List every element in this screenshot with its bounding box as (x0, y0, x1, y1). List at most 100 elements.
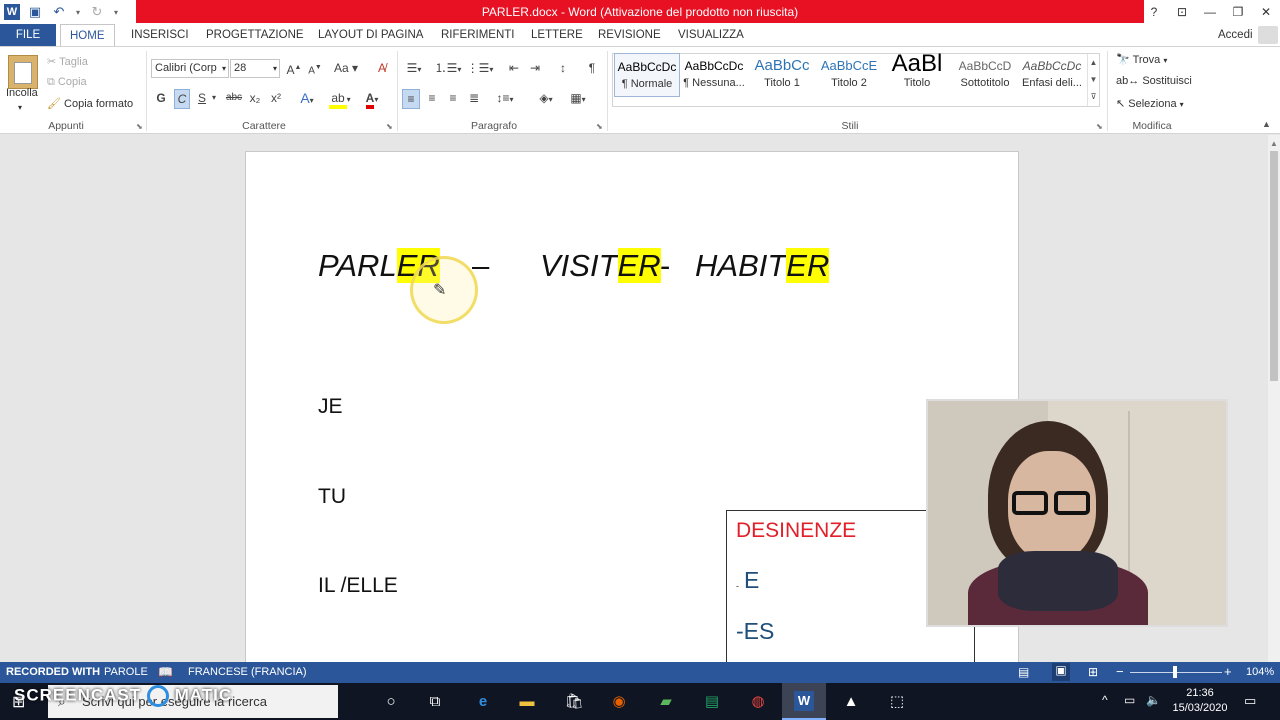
undo-icon[interactable]: ↶ (50, 3, 68, 21)
style-title[interactable]: AaBl Titolo (884, 53, 950, 97)
bold-button[interactable]: G (154, 89, 168, 107)
zoom-in-icon[interactable]: + (1224, 664, 1232, 679)
tab-file[interactable]: FILE (0, 24, 56, 46)
style-heading-2[interactable]: AaBbCcE Titolo 2 (816, 53, 882, 97)
tab-view[interactable]: VISUALIZZA (669, 24, 753, 46)
numbering-icon[interactable]: ⒈☰▾ (434, 59, 462, 79)
volume-icon[interactable]: 🔈 (1146, 693, 1161, 707)
select-button[interactable]: ↖ Seleziona ▾ (1116, 97, 1184, 110)
borders-icon[interactable]: ▦▾ (564, 89, 592, 109)
style-heading-1[interactable]: AaBbCc Titolo 1 (749, 53, 815, 97)
underline-dropdown-icon[interactable]: ▾ (210, 89, 218, 107)
collapse-ribbon-icon[interactable]: ▲ (1262, 119, 1271, 129)
font-size-select[interactable]: 28 ▾ (230, 59, 280, 78)
proofing-icon[interactable]: 📖 (158, 665, 173, 679)
web-layout-icon[interactable]: ⊞ (1088, 665, 1098, 679)
styles-scroll-icon[interactable]: ▲ ▼ ⊽ (1087, 54, 1099, 106)
clipboard-launcher-icon[interactable]: ⬊ (136, 122, 143, 131)
undo-dropdown-icon[interactable]: ▾ (74, 3, 82, 21)
find-button[interactable]: 🔭 Trova ▾ (1116, 53, 1167, 66)
sign-in-link[interactable]: Accedi (1209, 24, 1262, 46)
style-normal[interactable]: AaBbCcDc ¶ Normale (614, 53, 680, 97)
justify-icon[interactable]: ≣ (465, 89, 483, 107)
language-indicator[interactable]: FRANCESE (FRANCIA) (188, 666, 307, 678)
align-left-icon[interactable]: ≡ (402, 89, 420, 109)
cortana-icon[interactable]: ○ (380, 690, 402, 712)
close-button[interactable]: ✕ (1252, 0, 1280, 23)
copy-button[interactable]: ⧉ Copia (47, 76, 87, 89)
font-color-button[interactable]: A▾ (360, 89, 384, 109)
snip-tool-icon[interactable]: ⬚ (886, 690, 908, 712)
photos-app-icon[interactable]: ▰ (655, 690, 677, 712)
paragraph-launcher-icon[interactable]: ⬊ (596, 122, 603, 131)
battery-icon[interactable]: ▭ (1124, 693, 1135, 707)
align-right-icon[interactable]: ≡ (444, 89, 462, 107)
chrome-icon[interactable]: ◍ (747, 690, 769, 712)
tray-expand-icon[interactable]: ^ (1102, 693, 1108, 707)
font-name-select[interactable]: Calibri (Corp ▾ (151, 59, 229, 78)
tab-insert[interactable]: INSERISCI (122, 24, 198, 46)
customize-qat-icon[interactable]: ▾ (112, 3, 120, 21)
sort-icon[interactable]: ↕ (554, 59, 572, 77)
strikethrough-button[interactable]: abc (224, 89, 244, 107)
firefox-icon[interactable]: ◉ (608, 690, 630, 712)
change-case-icon[interactable]: Aa ▾ (333, 59, 359, 77)
save-icon[interactable]: ▣ (26, 3, 44, 21)
text-effects-icon[interactable]: A▾ (296, 89, 318, 110)
underline-button[interactable]: S (195, 89, 209, 107)
paste-icon[interactable] (8, 55, 38, 89)
scroll-thumb[interactable] (1270, 151, 1278, 381)
replace-button[interactable]: ab↔ Sostituisci (1116, 75, 1192, 87)
paste-button[interactable]: Incolla (6, 87, 38, 99)
minimize-button[interactable]: — (1196, 0, 1224, 23)
vertical-scrollbar[interactable]: ▲ (1268, 135, 1280, 662)
spreadsheet-app-icon[interactable]: ▤ (701, 690, 723, 712)
word-taskbar-button[interactable]: W (782, 683, 826, 720)
bullets-icon[interactable]: ☰▾ (402, 59, 426, 79)
tab-home[interactable]: HOME (60, 24, 115, 46)
style-no-spacing[interactable]: AaBbCcDc ¶ Nessuna... (681, 53, 747, 97)
align-center-icon[interactable]: ≡ (423, 89, 441, 107)
restore-button[interactable]: ❐ (1224, 0, 1252, 23)
tab-review[interactable]: REVISIONE (589, 24, 670, 46)
read-mode-icon[interactable]: ▤ (1018, 665, 1029, 679)
font-launcher-icon[interactable]: ⬊ (386, 122, 393, 131)
edge-icon[interactable]: e (472, 690, 494, 712)
help-button[interactable]: ? (1140, 0, 1168, 23)
line-spacing-icon[interactable]: ↕≡▾ (492, 89, 518, 109)
tab-references[interactable]: RIFERIMENTI (432, 24, 523, 46)
show-marks-icon[interactable]: ¶ (584, 59, 600, 77)
tab-mailings[interactable]: LETTERE (522, 24, 592, 46)
word-count[interactable]: PAROLE (104, 666, 148, 678)
ribbon-display-button[interactable]: ⊡ (1168, 0, 1196, 23)
clock[interactable]: 21:36 15/03/2020 (1170, 686, 1230, 716)
cut-button[interactable]: ✂ Taglia (47, 55, 88, 68)
italic-button[interactable]: C (174, 89, 190, 109)
subscript-button[interactable]: x₂ (246, 89, 264, 107)
zoom-out-icon[interactable]: − (1116, 664, 1124, 679)
grow-font-icon[interactable]: A▲ (286, 59, 302, 79)
highlight-color-button[interactable]: ab ▾ (326, 89, 354, 109)
clear-formatting-icon[interactable]: A̸ (373, 59, 391, 77)
word-app-icon[interactable]: W (4, 4, 20, 20)
zoom-slider-thumb[interactable] (1173, 666, 1177, 678)
format-painter-button[interactable]: 🖌 Copia formato (47, 97, 133, 110)
redo-icon[interactable]: ↻ (88, 3, 106, 21)
style-subtitle[interactable]: AaBbCcD Sottotitolo (952, 53, 1018, 97)
multilevel-list-icon[interactable]: ⋮☰▾ (466, 59, 494, 79)
shrink-font-icon[interactable]: A▼ (307, 59, 323, 80)
user-avatar[interactable] (1258, 26, 1278, 44)
tab-layout[interactable]: LAYOUT DI PAGINA (309, 24, 432, 46)
zoom-level[interactable]: 104% (1246, 666, 1274, 678)
print-layout-icon[interactable]: ▣ (1052, 663, 1070, 681)
tab-design[interactable]: PROGETTAZIONE (197, 24, 313, 46)
notifications-icon[interactable]: ▭ (1244, 693, 1256, 709)
shading-icon[interactable]: ◈▾ (532, 89, 560, 109)
task-view-icon[interactable]: ⧉ (424, 690, 446, 712)
paste-dropdown-icon[interactable]: ▾ (18, 103, 22, 112)
increase-indent-icon[interactable]: ⇥ (526, 59, 544, 77)
decrease-indent-icon[interactable]: ⇤ (505, 59, 523, 77)
style-subtle-emphasis[interactable]: AaBbCcDc Enfasi deli... (1019, 53, 1085, 97)
styles-launcher-icon[interactable]: ⬊ (1096, 122, 1103, 131)
file-explorer-icon[interactable]: ▬ (516, 690, 538, 712)
